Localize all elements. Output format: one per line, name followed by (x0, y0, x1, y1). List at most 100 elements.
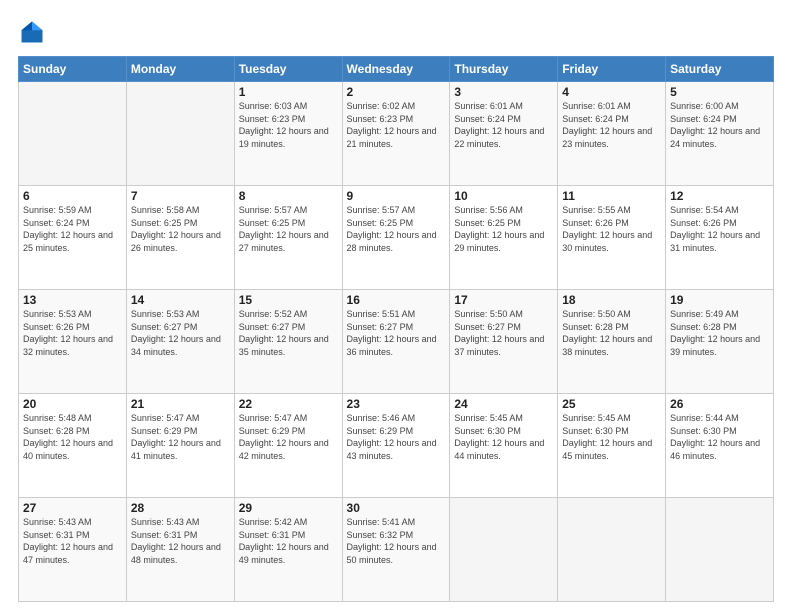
calendar-day-cell: 12Sunrise: 5:54 AMSunset: 6:26 PMDayligh… (666, 186, 774, 290)
day-number: 11 (562, 189, 661, 203)
day-number: 18 (562, 293, 661, 307)
calendar-day-cell: 13Sunrise: 5:53 AMSunset: 6:26 PMDayligh… (19, 290, 127, 394)
day-number: 24 (454, 397, 553, 411)
day-number: 29 (239, 501, 338, 515)
day-info: Sunrise: 5:53 AMSunset: 6:27 PMDaylight:… (131, 308, 230, 358)
calendar-header-row: SundayMondayTuesdayWednesdayThursdayFrid… (19, 57, 774, 82)
day-info: Sunrise: 5:44 AMSunset: 6:30 PMDaylight:… (670, 412, 769, 462)
day-number: 20 (23, 397, 122, 411)
day-info: Sunrise: 5:56 AMSunset: 6:25 PMDaylight:… (454, 204, 553, 254)
calendar-day-cell: 27Sunrise: 5:43 AMSunset: 6:31 PMDayligh… (19, 498, 127, 602)
calendar-day-cell: 5Sunrise: 6:00 AMSunset: 6:24 PMDaylight… (666, 82, 774, 186)
day-info: Sunrise: 5:43 AMSunset: 6:31 PMDaylight:… (131, 516, 230, 566)
calendar-day-cell: 15Sunrise: 5:52 AMSunset: 6:27 PMDayligh… (234, 290, 342, 394)
day-info: Sunrise: 5:43 AMSunset: 6:31 PMDaylight:… (23, 516, 122, 566)
day-info: Sunrise: 5:46 AMSunset: 6:29 PMDaylight:… (347, 412, 446, 462)
calendar-day-cell: 2Sunrise: 6:02 AMSunset: 6:23 PMDaylight… (342, 82, 450, 186)
day-info: Sunrise: 5:47 AMSunset: 6:29 PMDaylight:… (131, 412, 230, 462)
day-info: Sunrise: 5:58 AMSunset: 6:25 PMDaylight:… (131, 204, 230, 254)
day-info: Sunrise: 5:42 AMSunset: 6:31 PMDaylight:… (239, 516, 338, 566)
day-info: Sunrise: 5:49 AMSunset: 6:28 PMDaylight:… (670, 308, 769, 358)
day-number: 13 (23, 293, 122, 307)
day-info: Sunrise: 6:00 AMSunset: 6:24 PMDaylight:… (670, 100, 769, 150)
calendar-day-cell: 26Sunrise: 5:44 AMSunset: 6:30 PMDayligh… (666, 394, 774, 498)
calendar-day-cell: 21Sunrise: 5:47 AMSunset: 6:29 PMDayligh… (126, 394, 234, 498)
calendar-day-cell: 6Sunrise: 5:59 AMSunset: 6:24 PMDaylight… (19, 186, 127, 290)
calendar-day-cell: 11Sunrise: 5:55 AMSunset: 6:26 PMDayligh… (558, 186, 666, 290)
logo (18, 18, 50, 46)
day-number: 15 (239, 293, 338, 307)
day-number: 2 (347, 85, 446, 99)
day-info: Sunrise: 5:41 AMSunset: 6:32 PMDaylight:… (347, 516, 446, 566)
calendar-week-row: 20Sunrise: 5:48 AMSunset: 6:28 PMDayligh… (19, 394, 774, 498)
logo-icon (18, 18, 46, 46)
calendar-day-cell: 24Sunrise: 5:45 AMSunset: 6:30 PMDayligh… (450, 394, 558, 498)
calendar-day-cell: 14Sunrise: 5:53 AMSunset: 6:27 PMDayligh… (126, 290, 234, 394)
day-info: Sunrise: 6:01 AMSunset: 6:24 PMDaylight:… (454, 100, 553, 150)
calendar-table: SundayMondayTuesdayWednesdayThursdayFrid… (18, 56, 774, 602)
page: SundayMondayTuesdayWednesdayThursdayFrid… (0, 0, 792, 612)
day-number: 7 (131, 189, 230, 203)
day-number: 19 (670, 293, 769, 307)
day-number: 27 (23, 501, 122, 515)
day-info: Sunrise: 5:51 AMSunset: 6:27 PMDaylight:… (347, 308, 446, 358)
day-info: Sunrise: 5:50 AMSunset: 6:27 PMDaylight:… (454, 308, 553, 358)
day-number: 6 (23, 189, 122, 203)
day-number: 1 (239, 85, 338, 99)
day-info: Sunrise: 5:54 AMSunset: 6:26 PMDaylight:… (670, 204, 769, 254)
day-info: Sunrise: 6:03 AMSunset: 6:23 PMDaylight:… (239, 100, 338, 150)
calendar-day-cell: 7Sunrise: 5:58 AMSunset: 6:25 PMDaylight… (126, 186, 234, 290)
day-info: Sunrise: 5:52 AMSunset: 6:27 PMDaylight:… (239, 308, 338, 358)
day-number: 16 (347, 293, 446, 307)
calendar-week-row: 27Sunrise: 5:43 AMSunset: 6:31 PMDayligh… (19, 498, 774, 602)
calendar-day-cell (558, 498, 666, 602)
day-info: Sunrise: 6:01 AMSunset: 6:24 PMDaylight:… (562, 100, 661, 150)
day-number: 17 (454, 293, 553, 307)
calendar-day-cell: 4Sunrise: 6:01 AMSunset: 6:24 PMDaylight… (558, 82, 666, 186)
day-number: 9 (347, 189, 446, 203)
calendar-day-cell: 30Sunrise: 5:41 AMSunset: 6:32 PMDayligh… (342, 498, 450, 602)
day-number: 23 (347, 397, 446, 411)
day-number: 3 (454, 85, 553, 99)
day-number: 4 (562, 85, 661, 99)
calendar-day-cell: 17Sunrise: 5:50 AMSunset: 6:27 PMDayligh… (450, 290, 558, 394)
calendar-day-cell: 22Sunrise: 5:47 AMSunset: 6:29 PMDayligh… (234, 394, 342, 498)
calendar-day-cell: 3Sunrise: 6:01 AMSunset: 6:24 PMDaylight… (450, 82, 558, 186)
calendar-day-cell (450, 498, 558, 602)
calendar-day-cell (126, 82, 234, 186)
calendar-week-row: 6Sunrise: 5:59 AMSunset: 6:24 PMDaylight… (19, 186, 774, 290)
weekday-header: Tuesday (234, 57, 342, 82)
calendar-day-cell (19, 82, 127, 186)
calendar-day-cell: 18Sunrise: 5:50 AMSunset: 6:28 PMDayligh… (558, 290, 666, 394)
calendar-day-cell: 16Sunrise: 5:51 AMSunset: 6:27 PMDayligh… (342, 290, 450, 394)
day-number: 8 (239, 189, 338, 203)
day-info: Sunrise: 5:45 AMSunset: 6:30 PMDaylight:… (562, 412, 661, 462)
weekday-header: Saturday (666, 57, 774, 82)
day-info: Sunrise: 5:57 AMSunset: 6:25 PMDaylight:… (239, 204, 338, 254)
weekday-header: Wednesday (342, 57, 450, 82)
day-info: Sunrise: 5:57 AMSunset: 6:25 PMDaylight:… (347, 204, 446, 254)
day-info: Sunrise: 5:59 AMSunset: 6:24 PMDaylight:… (23, 204, 122, 254)
day-number: 26 (670, 397, 769, 411)
weekday-header: Sunday (19, 57, 127, 82)
calendar-day-cell: 23Sunrise: 5:46 AMSunset: 6:29 PMDayligh… (342, 394, 450, 498)
weekday-header: Thursday (450, 57, 558, 82)
day-number: 30 (347, 501, 446, 515)
day-number: 22 (239, 397, 338, 411)
day-number: 12 (670, 189, 769, 203)
day-number: 14 (131, 293, 230, 307)
day-info: Sunrise: 5:53 AMSunset: 6:26 PMDaylight:… (23, 308, 122, 358)
day-number: 21 (131, 397, 230, 411)
calendar-day-cell: 20Sunrise: 5:48 AMSunset: 6:28 PMDayligh… (19, 394, 127, 498)
day-number: 25 (562, 397, 661, 411)
weekday-header: Monday (126, 57, 234, 82)
calendar-day-cell: 10Sunrise: 5:56 AMSunset: 6:25 PMDayligh… (450, 186, 558, 290)
day-info: Sunrise: 6:02 AMSunset: 6:23 PMDaylight:… (347, 100, 446, 150)
header (18, 18, 774, 46)
calendar-day-cell: 19Sunrise: 5:49 AMSunset: 6:28 PMDayligh… (666, 290, 774, 394)
calendar-day-cell: 9Sunrise: 5:57 AMSunset: 6:25 PMDaylight… (342, 186, 450, 290)
calendar-day-cell (666, 498, 774, 602)
calendar-week-row: 13Sunrise: 5:53 AMSunset: 6:26 PMDayligh… (19, 290, 774, 394)
day-info: Sunrise: 5:50 AMSunset: 6:28 PMDaylight:… (562, 308, 661, 358)
day-info: Sunrise: 5:48 AMSunset: 6:28 PMDaylight:… (23, 412, 122, 462)
